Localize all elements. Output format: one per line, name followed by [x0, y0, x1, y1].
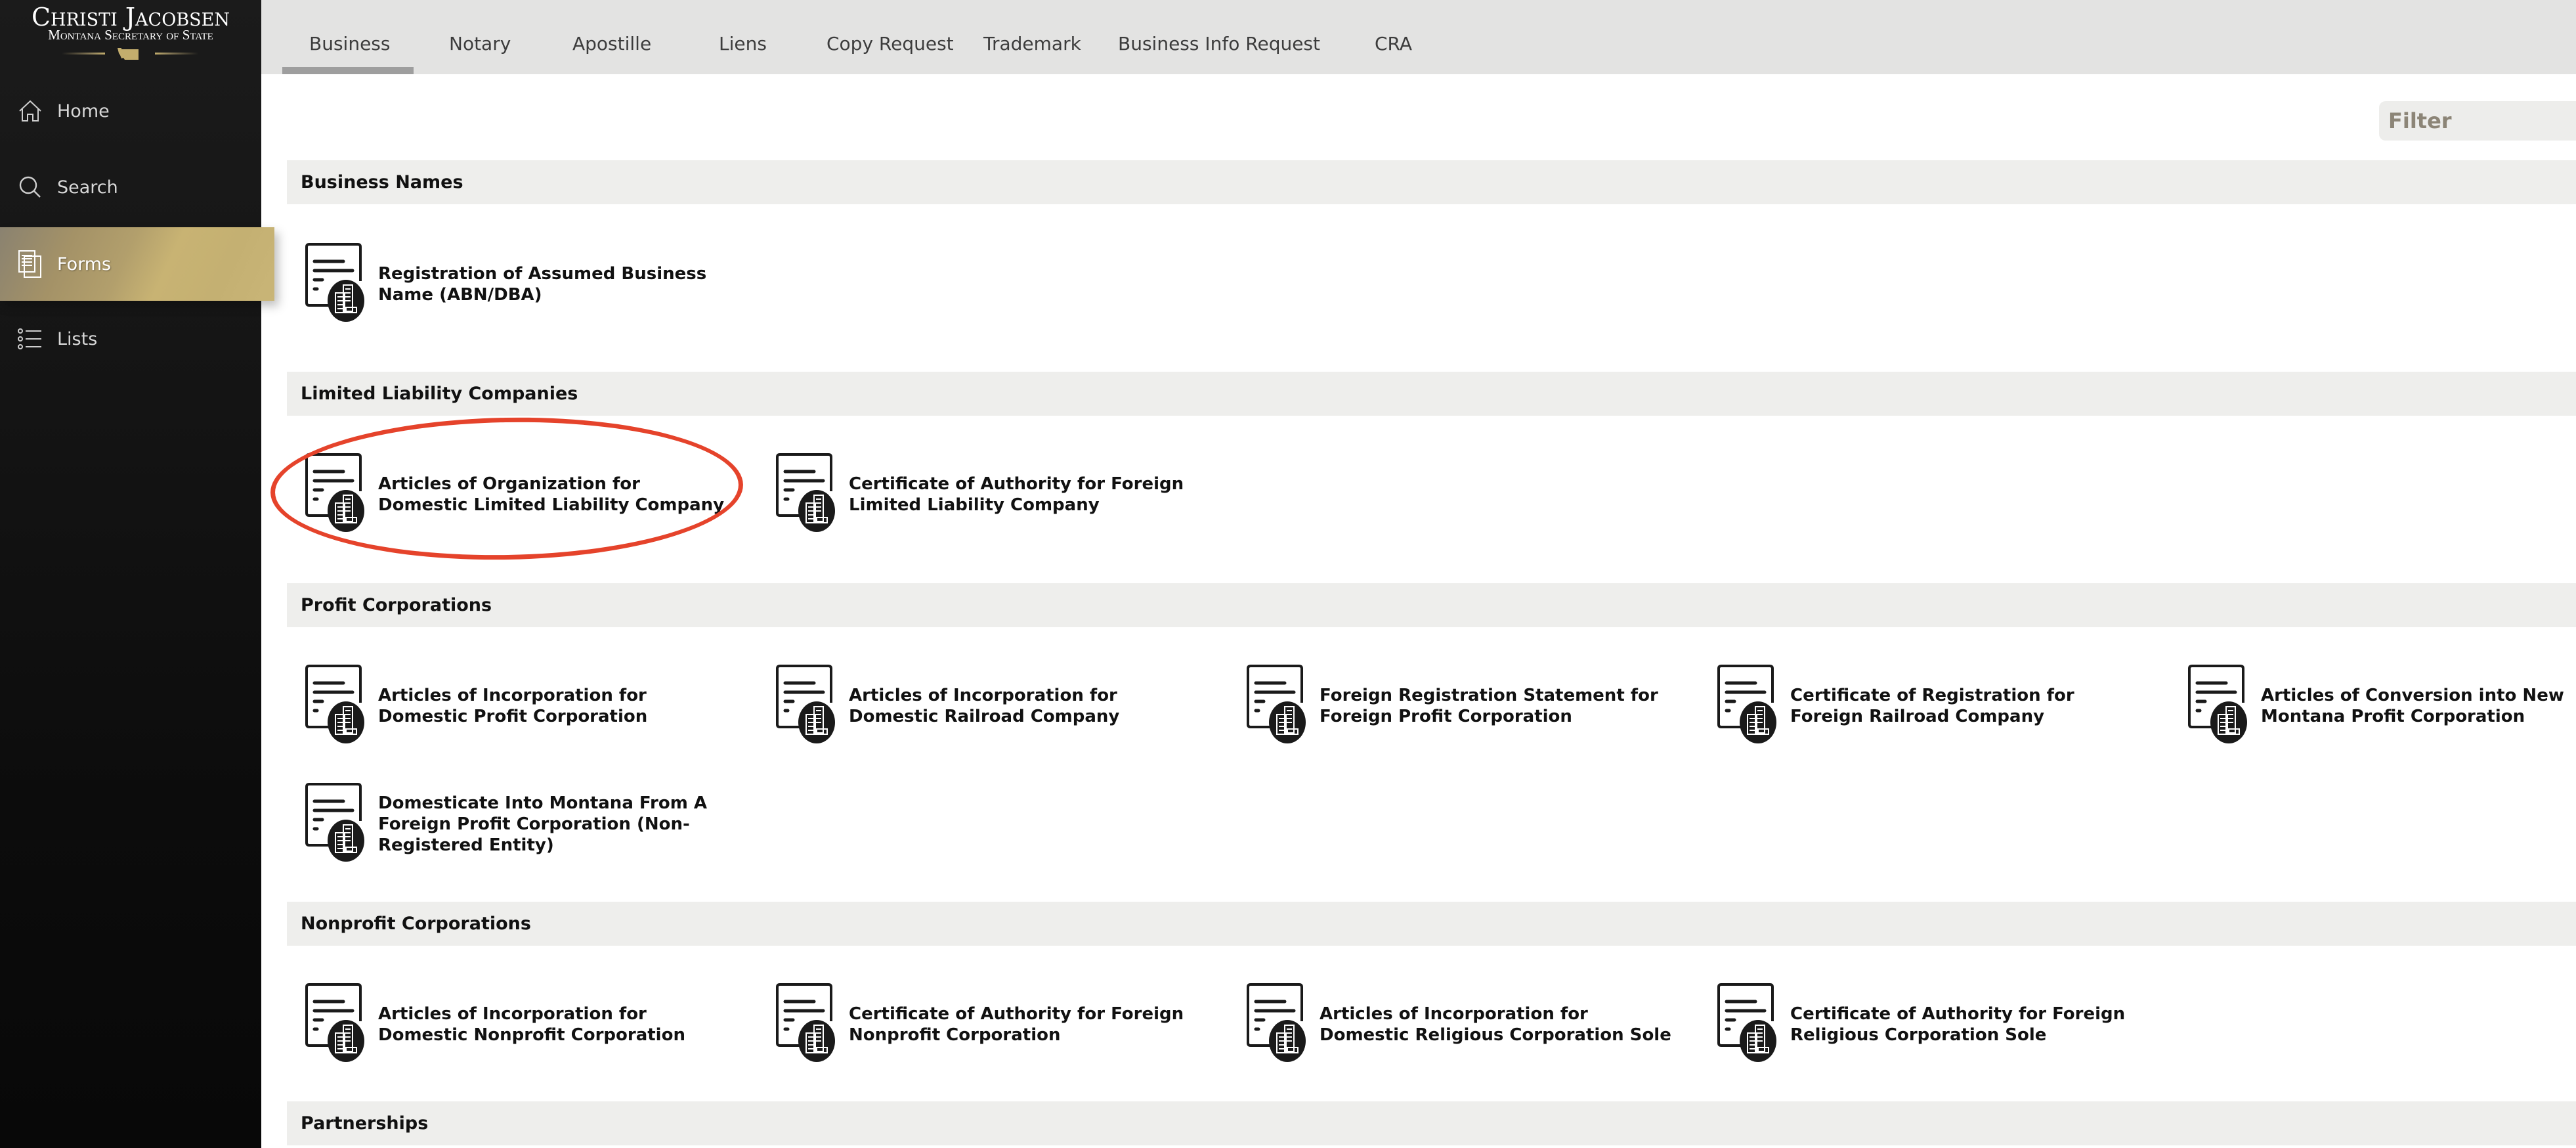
- form-label: Foreign Registration Statement for Forei…: [1320, 685, 1658, 726]
- business-form-icon: [776, 665, 838, 747]
- section-header-partnerships: Partnerships: [287, 1101, 2576, 1145]
- business-form-icon: [1717, 983, 1780, 1065]
- form-link[interactable]: Articles of Incorporation for Domestic P…: [305, 665, 752, 747]
- active-tab-indicator: [282, 67, 414, 74]
- form-label: Articles of Incorporation for Domestic R…: [1320, 1004, 1671, 1045]
- business-form-icon: [1717, 665, 1780, 747]
- business-form-icon: [1247, 983, 1309, 1065]
- sidebar-item-forms[interactable]: Forms: [0, 227, 274, 301]
- home-icon: [18, 99, 43, 123]
- form-label: Certificate of Authority for Foreign Lim…: [849, 474, 1184, 515]
- business-form-icon: [305, 453, 368, 535]
- sidebar-item-label: Lists: [57, 328, 98, 349]
- form-label: Certificate of Registration for Foreign …: [1790, 685, 2074, 726]
- section-title: Limited Liability Companies: [301, 384, 578, 404]
- tab-notary[interactable]: Notary: [449, 33, 511, 55]
- business-form-icon: [305, 783, 368, 865]
- sidebar-item-search[interactable]: Search: [0, 150, 261, 224]
- search-icon: [18, 175, 43, 200]
- sidebar: Christi Jacobsen Montana Secretary of St…: [0, 0, 274, 1148]
- logo-divider-right: [155, 53, 198, 55]
- logo[interactable]: Christi Jacobsen Montana Secretary of St…: [0, 0, 261, 66]
- filter-input[interactable]: [2379, 101, 2576, 141]
- sidebar-item-lists[interactable]: Lists: [0, 302, 261, 376]
- montana-state-icon: [118, 48, 139, 60]
- form-link[interactable]: Articles of Incorporation for Domestic R…: [776, 665, 1222, 747]
- section-title: Business Names: [301, 172, 463, 192]
- sidebar-item-label: Home: [57, 100, 110, 121]
- section-header-llc: Limited Liability Companies: [287, 372, 2576, 416]
- forms-icon: [18, 250, 43, 278]
- form-link[interactable]: Articles of Conversion into New Montana …: [2188, 665, 2576, 747]
- tab-bar: Business Notary Apostille Liens Copy Req…: [261, 0, 2576, 74]
- tab-apostille[interactable]: Apostille: [572, 33, 651, 55]
- section-header-business-names: Business Names: [287, 160, 2576, 204]
- form-label: Articles of Incorporation for Domestic N…: [378, 1004, 685, 1045]
- form-label: Registration of Assumed Business Name (A…: [378, 263, 707, 305]
- section-title: Nonprofit Corporations: [301, 914, 531, 934]
- section-header-profit-corporations: Profit Corporations: [287, 583, 2576, 627]
- section-title: Partnerships: [301, 1113, 429, 1134]
- section-header-nonprofit-corporations: Nonprofit Corporations: [287, 902, 2576, 946]
- section-title: Profit Corporations: [301, 595, 492, 615]
- tab-trademark[interactable]: Trademark: [983, 33, 1081, 55]
- form-link[interactable]: Articles of Incorporation for Domestic R…: [1247, 983, 1693, 1065]
- business-form-icon: [305, 983, 368, 1065]
- tab-copy-request[interactable]: Copy Request: [826, 33, 954, 55]
- tab-liens[interactable]: Liens: [719, 33, 767, 55]
- business-form-icon: [776, 983, 838, 1065]
- business-form-icon: [305, 665, 368, 747]
- form-label: Articles of Organization for Domestic Li…: [378, 474, 725, 515]
- form-link[interactable]: Certificate of Registration for Foreign …: [1717, 665, 2164, 747]
- form-link[interactable]: Foreign Registration Statement for Forei…: [1247, 665, 1693, 747]
- form-label: Articles of Incorporation for Domestic P…: [378, 685, 648, 726]
- form-label: Certificate of Authority for Foreign Rel…: [1790, 1004, 2126, 1045]
- form-link[interactable]: Certificate of Authority for Foreign Rel…: [1717, 983, 2164, 1065]
- form-link[interactable]: Registration of Assumed Business Name (A…: [305, 243, 752, 325]
- tab-cra[interactable]: CRA: [1375, 33, 1412, 55]
- form-link[interactable]: Articles of Organization for Domestic Li…: [305, 453, 752, 535]
- tab-business[interactable]: Business: [309, 33, 390, 55]
- business-form-icon: [1247, 665, 1309, 747]
- list-icon: [18, 326, 43, 351]
- logo-subtitle: Montana Secretary of State: [48, 27, 213, 43]
- form-label: Domesticate Into Montana From A Foreign …: [378, 793, 707, 855]
- form-link[interactable]: Articles of Incorporation for Domestic N…: [305, 983, 752, 1065]
- form-label: Articles of Incorporation for Domestic R…: [849, 685, 1120, 726]
- tab-business-info-request[interactable]: Business Info Request: [1118, 33, 1320, 55]
- sidebar-item-label: Search: [57, 177, 118, 198]
- business-form-icon: [2188, 665, 2250, 747]
- logo-name: Christi Jacobsen: [31, 3, 230, 32]
- business-form-icon: [305, 243, 368, 325]
- sidebar-item-home[interactable]: Home: [0, 74, 261, 148]
- form-label: Certificate of Authority for Foreign Non…: [849, 1004, 1184, 1045]
- form-link[interactable]: Domesticate Into Montana From A Foreign …: [305, 783, 752, 865]
- logo-divider-left: [62, 53, 105, 55]
- sidebar-item-label: Forms: [57, 254, 112, 275]
- form-label: Articles of Conversion into New Montana …: [2261, 685, 2564, 726]
- business-form-icon: [776, 453, 838, 535]
- form-link[interactable]: Certificate of Authority for Foreign Non…: [776, 983, 1222, 1065]
- form-link[interactable]: Certificate of Authority for Foreign Lim…: [776, 453, 1222, 535]
